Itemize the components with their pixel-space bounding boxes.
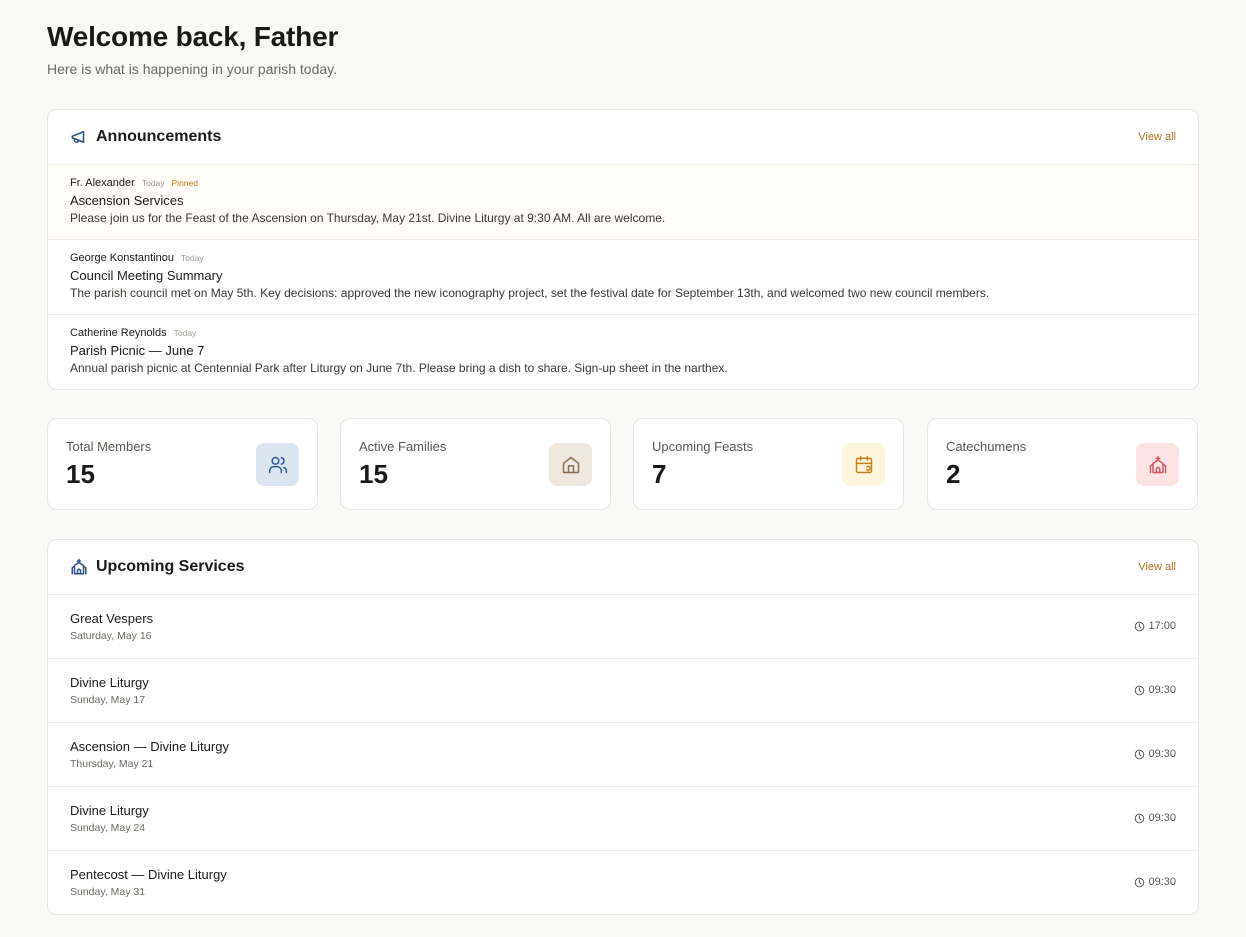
stat-label: Catechumens	[946, 439, 1027, 454]
service-date: Sunday, May 17	[70, 694, 146, 706]
stat-value: 7	[652, 459, 667, 489]
service-name: Pentecost — Divine Liturgy	[70, 867, 227, 882]
pinned-badge: Pinned	[171, 178, 198, 188]
service-row[interactable]: Divine Liturgy Sunday, May 24 09:30	[48, 787, 1198, 851]
service-time-value: 09:30	[1148, 812, 1176, 824]
announcement-body: The parish council met on May 5th. Key d…	[70, 286, 990, 300]
announcement-time: Today	[173, 328, 197, 338]
service-time-value: 09:30	[1148, 748, 1176, 760]
announcement-meta: Catherine Reynolds Today	[70, 327, 196, 339]
announcement-meta: George Konstantinou Today	[70, 252, 204, 264]
upcoming-services-card: Upcoming Services View all Great Vespers…	[47, 539, 1199, 915]
clock-icon	[1135, 685, 1145, 695]
service-name: Great Vespers	[70, 611, 154, 626]
announcements-header: Announcements View all	[48, 110, 1198, 165]
stat-card-total-members: Total Members 15	[47, 418, 318, 510]
announcements-card: Announcements View all Fr. Alexander Tod…	[47, 109, 1199, 390]
announcement-title: Council Meeting Summary	[70, 268, 223, 283]
page-subtitle: Here is what is happening in your parish…	[47, 61, 338, 77]
service-name: Divine Liturgy	[70, 675, 149, 690]
service-time: 09:30	[1134, 876, 1176, 888]
service-time: 09:30	[1134, 748, 1176, 760]
clock-icon	[1135, 749, 1145, 759]
announcements-view-all-link[interactable]: View all	[1138, 131, 1176, 143]
announcement-item[interactable]: Catherine Reynolds Today Parish Picnic —…	[48, 315, 1198, 389]
church-icon	[70, 558, 88, 576]
announcements-title: Announcements	[96, 128, 222, 145]
announcement-body: Annual parish picnic at Centennial Park …	[70, 361, 728, 375]
service-time: 09:30	[1134, 812, 1176, 824]
calendar-heart-icon	[842, 443, 885, 486]
church-icon	[1136, 443, 1179, 486]
clock-icon	[1135, 813, 1145, 823]
stat-label: Upcoming Feasts	[652, 439, 754, 454]
service-date: Saturday, May 16	[70, 630, 152, 642]
service-time: 09:30	[1134, 684, 1176, 696]
stats-row: Total Members 15 Active Families 15 Upco…	[47, 418, 1199, 510]
stat-value: 15	[66, 459, 95, 489]
megaphone-icon	[70, 128, 88, 146]
stat-card-active-families: Active Families 15	[340, 418, 611, 510]
service-time: 17:00	[1134, 620, 1176, 632]
stat-value: 2	[946, 459, 961, 489]
announcement-item[interactable]: Fr. Alexander Today Pinned Ascension Ser…	[48, 165, 1198, 240]
service-date: Sunday, May 24	[70, 822, 146, 834]
services-view-all-link[interactable]: View all	[1138, 561, 1176, 573]
stat-label: Total Members	[66, 439, 152, 454]
announcement-author: Catherine Reynolds	[70, 327, 167, 339]
announcement-author: Fr. Alexander	[70, 177, 135, 189]
service-row[interactable]: Divine Liturgy Sunday, May 17 09:30	[48, 659, 1198, 723]
announcement-meta: Fr. Alexander Today Pinned	[70, 177, 198, 189]
clock-icon	[1135, 877, 1145, 887]
users-icon	[256, 443, 299, 486]
service-row[interactable]: Pentecost — Divine Liturgy Sunday, May 3…	[48, 851, 1198, 914]
announcement-author: George Konstantinou	[70, 252, 174, 264]
clock-icon	[1135, 621, 1145, 631]
service-time-value: 09:30	[1148, 876, 1176, 888]
service-name: Ascension — Divine Liturgy	[70, 739, 229, 754]
service-date: Thursday, May 21	[70, 758, 154, 770]
service-name: Divine Liturgy	[70, 803, 149, 818]
announcement-title: Parish Picnic — June 7	[70, 343, 205, 358]
announcement-item[interactable]: George Konstantinou Today Council Meetin…	[48, 240, 1198, 315]
stat-value: 15	[359, 459, 388, 489]
service-row[interactable]: Ascension — Divine Liturgy Thursday, May…	[48, 723, 1198, 787]
stat-card-catechumens: Catechumens 2	[927, 418, 1198, 510]
service-row[interactable]: Great Vespers Saturday, May 16 17:00	[48, 595, 1198, 659]
stat-card-upcoming-feasts: Upcoming Feasts 7	[633, 418, 904, 510]
announcement-body: Please join us for the Feast of the Asce…	[70, 211, 666, 225]
page-title: Welcome back, Father	[47, 21, 339, 52]
announcement-title: Ascension Services	[70, 193, 184, 208]
announcement-time: Today	[180, 253, 204, 263]
services-header: Upcoming Services View all	[48, 540, 1198, 595]
announcement-time: Today	[141, 178, 165, 188]
service-date: Sunday, May 31	[70, 886, 146, 898]
home-icon	[549, 443, 592, 486]
stat-label: Active Families	[359, 439, 447, 454]
services-title: Upcoming Services	[96, 558, 245, 575]
service-time-value: 17:00	[1148, 620, 1176, 632]
service-time-value: 09:30	[1148, 684, 1176, 696]
